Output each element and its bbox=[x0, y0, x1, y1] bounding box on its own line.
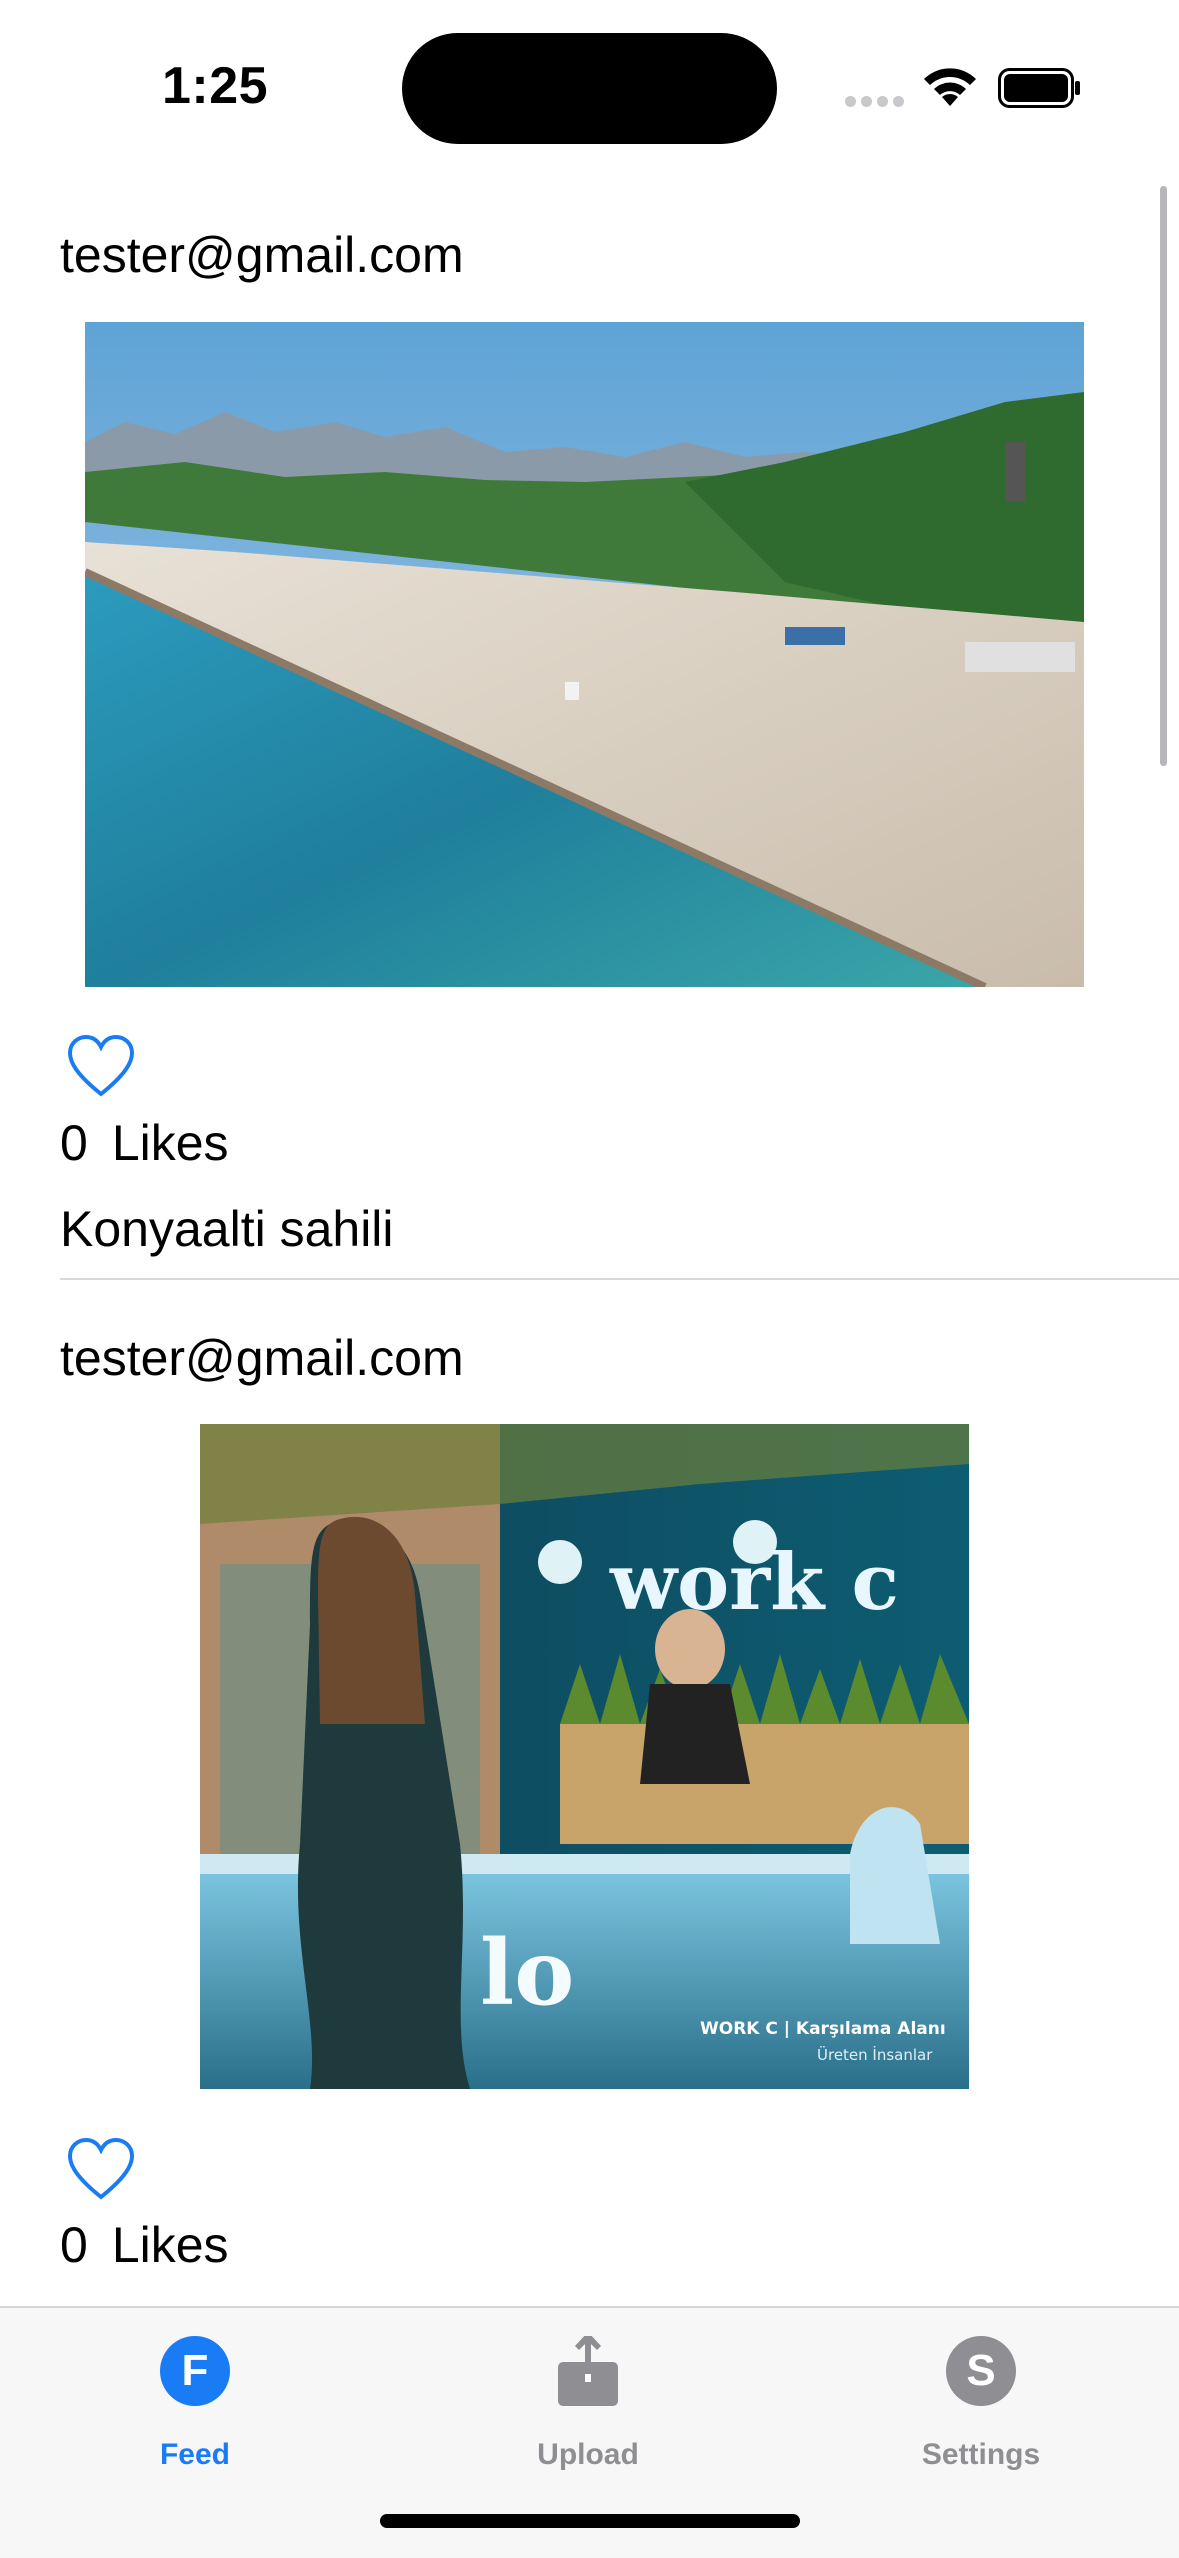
tab-feed[interactable]: F Feed bbox=[75, 2326, 315, 2471]
post-caption: Konyaalti sahili bbox=[60, 1201, 394, 1257]
wifi-icon bbox=[924, 68, 976, 106]
post-photo-beach[interactable] bbox=[85, 322, 1084, 987]
post-author-email: tester@gmail.com bbox=[60, 1330, 464, 1386]
likes-count: 0 bbox=[60, 2217, 88, 2273]
likes-count: 0 bbox=[60, 1115, 88, 1171]
likes-count-row: 0 Likes bbox=[60, 2216, 229, 2274]
battery-icon bbox=[998, 68, 1080, 108]
post-photo-reception[interactable]: work c lo WORK C | Karşılama Alanı Ürete… bbox=[200, 1424, 969, 2089]
likes-label: Likes bbox=[111, 1115, 229, 1171]
tab-label: Settings bbox=[921, 2438, 1041, 2471]
likes-count-row: 0 Likes bbox=[60, 1114, 229, 1172]
cellular-signal-icon bbox=[845, 96, 905, 108]
photo-subcaption-text: Üreten İnsanlar bbox=[817, 2045, 933, 2064]
dynamic-island bbox=[402, 33, 777, 144]
tab-upload[interactable]: Upload bbox=[468, 2326, 708, 2471]
post-separator bbox=[60, 1278, 1179, 1280]
photo-caption-text: WORK C | Karşılama Alanı bbox=[700, 2019, 946, 2039]
home-indicator[interactable] bbox=[380, 2514, 800, 2528]
settings-circle-icon: S bbox=[946, 2336, 1016, 2406]
post-author-email: tester@gmail.com bbox=[60, 227, 464, 283]
heart-icon[interactable] bbox=[66, 1034, 136, 1098]
tab-label: Feed bbox=[159, 2438, 231, 2471]
tab-settings[interactable]: S Settings bbox=[861, 2326, 1101, 2471]
scroll-indicator[interactable] bbox=[1160, 186, 1167, 766]
status-time: 1:25 bbox=[162, 57, 269, 115]
feed-circle-icon: F bbox=[160, 2336, 230, 2406]
heart-icon[interactable] bbox=[66, 2137, 136, 2201]
likes-label: Likes bbox=[111, 2217, 229, 2273]
upload-icon bbox=[558, 2336, 618, 2406]
reception-sign-text: work c bbox=[609, 1537, 899, 1628]
desk-logo-text: lo bbox=[480, 1920, 574, 2026]
status-bar: 1:25 bbox=[0, 0, 1179, 180]
tab-label: Upload bbox=[537, 2438, 639, 2471]
